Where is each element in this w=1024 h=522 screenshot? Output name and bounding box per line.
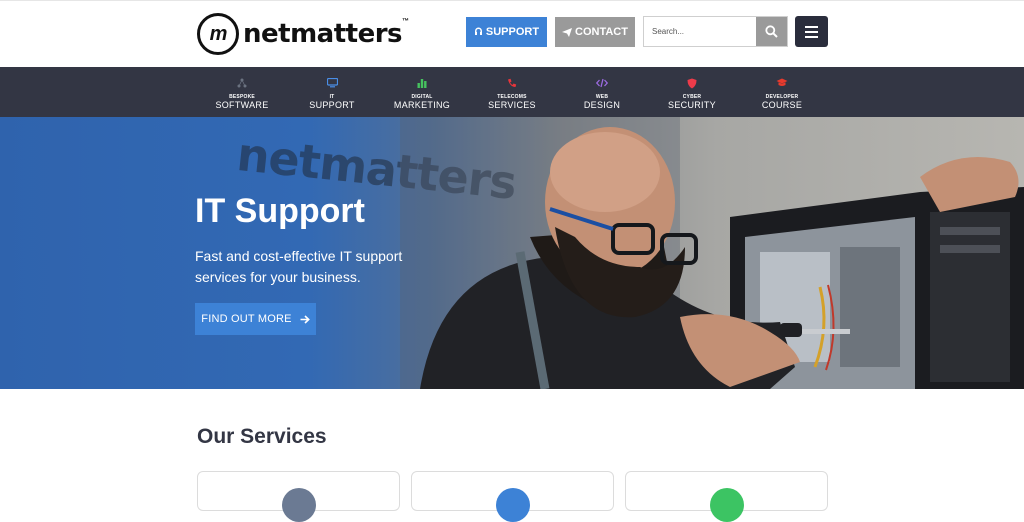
nav-big-label: SECURITY <box>668 100 716 110</box>
nav-item-bespoke-software[interactable]: BESPOKE SOFTWARE <box>197 67 287 117</box>
service-icon <box>495 488 530 522</box>
netmatters-logo[interactable]: m netmatters ™ <box>197 12 409 56</box>
hamburger-line <box>805 25 818 28</box>
network-icon <box>237 78 247 88</box>
find-out-more-button[interactable]: FIND OUT MORE <box>195 303 316 335</box>
hamburger-line <box>805 35 818 38</box>
service-card[interactable] <box>197 471 400 522</box>
search-icon <box>765 25 778 38</box>
nav-big-label: SOFTWARE <box>215 100 269 110</box>
support-label: SUPPORT <box>485 26 540 38</box>
service-card[interactable] <box>411 471 614 522</box>
service-card[interactable] <box>625 471 828 522</box>
service-icon <box>709 488 744 522</box>
logo-trademark: ™ <box>402 18 409 25</box>
nav-big-label: DESIGN <box>583 100 621 110</box>
code-icon <box>596 78 608 88</box>
logo-badge: m <box>197 13 239 55</box>
contact-button[interactable]: CONTACT <box>555 17 635 47</box>
phone-icon <box>508 78 517 87</box>
search-button[interactable] <box>756 17 787 46</box>
contact-label: CONTACT <box>575 26 628 38</box>
hero-title: IT Support <box>195 192 365 230</box>
nav-big-label: COURSE <box>761 100 803 110</box>
find-out-more-label: FIND OUT MORE <box>201 313 292 325</box>
nav-item-telecoms-services[interactable]: TELECOMS SERVICES <box>467 67 557 117</box>
nav-big-label: SERVICES <box>488 100 536 110</box>
site-header: m netmatters ™ SUPPORT CONTACT <box>0 0 1024 67</box>
hamburger-menu-button[interactable] <box>795 16 828 47</box>
nav-item-web-design[interactable]: WEB DESIGN <box>557 67 647 117</box>
main-nav: BESPOKE SOFTWARE IT SUPPORT DIGITAL MARK… <box>0 67 1024 117</box>
nav-item-developer-course[interactable]: DEVELOPER COURSE <box>737 67 827 117</box>
nav-big-label: SUPPORT <box>309 100 355 110</box>
bar-chart-icon <box>417 79 427 88</box>
hero-banner: netmatters IT Support Fast and cost-effe… <box>0 117 1024 389</box>
search-box <box>643 16 788 47</box>
support-icon <box>474 27 482 35</box>
paper-plane-icon <box>562 27 573 37</box>
arrow-right-icon <box>300 314 310 324</box>
hero-subtitle: Fast and cost-effective IT support servi… <box>195 248 403 285</box>
graduation-cap-icon <box>776 78 788 86</box>
hamburger-line <box>805 30 818 33</box>
support-button[interactable]: SUPPORT <box>466 17 547 47</box>
monitor-icon <box>326 78 338 88</box>
nav-item-digital-marketing[interactable]: DIGITAL MARKETING <box>377 67 467 117</box>
shield-icon <box>687 78 697 88</box>
nav-item-cyber-security[interactable]: CYBER SECURITY <box>647 67 737 117</box>
logo-wordmark: netmatters <box>243 19 403 49</box>
nav-big-label: MARKETING <box>393 100 451 110</box>
service-icon <box>281 488 316 522</box>
nav-item-it-support[interactable]: IT SUPPORT <box>287 67 377 117</box>
technician-photo <box>400 117 1024 389</box>
search-input[interactable] <box>644 17 756 46</box>
services-heading: Our Services <box>197 425 327 448</box>
